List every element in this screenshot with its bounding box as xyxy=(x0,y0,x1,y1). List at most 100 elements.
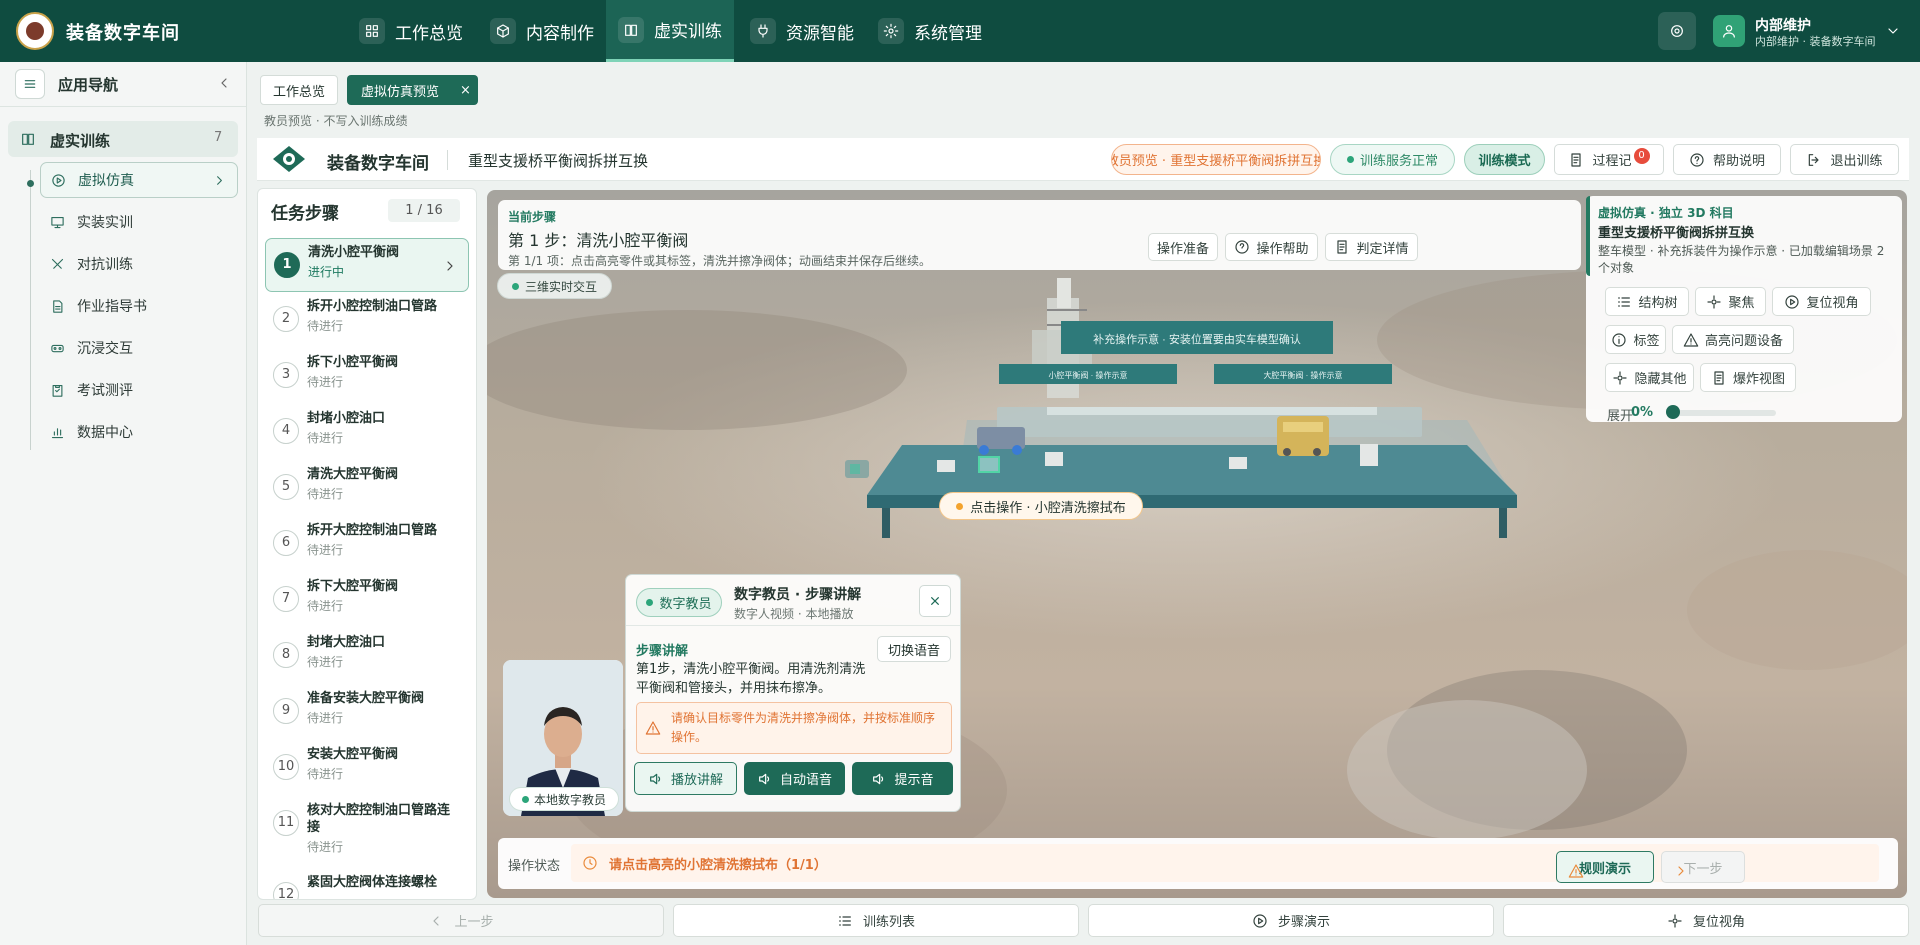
sidebar-group-training[interactable]: 虚实训练 7 xyxy=(8,121,238,157)
next-step-button[interactable]: 下一步 xyxy=(1661,851,1745,883)
prev-step-button[interactable]: 上一步 xyxy=(258,904,664,937)
sidebar-item-immersive[interactable]: 沉浸交互 xyxy=(40,330,238,366)
step-number: 11 xyxy=(273,810,299,836)
realtime-3d-label: 三维实时交互 xyxy=(524,279,597,294)
step-item[interactable]: 9 准备安装大腔平衡阀 待进行 xyxy=(265,685,469,739)
tutor-video[interactable]: 本地数字教员 xyxy=(503,660,623,816)
step-item[interactable]: 6 拆开大腔控制油口管路 待进行 xyxy=(265,517,469,571)
user-name[interactable]: 内部维护 xyxy=(1755,15,1811,35)
click-hint-text: 点击操作 · 小腔清洗擦拭布 xyxy=(970,500,1126,516)
focus-button[interactable]: 聚焦 xyxy=(1695,287,1766,316)
mode-badge[interactable]: 训练模式 xyxy=(1464,144,1545,175)
training-list-button[interactable]: 训练列表 xyxy=(673,904,1079,937)
operation-prep-button[interactable]: 操作准备 xyxy=(1148,233,1218,261)
step-item[interactable]: 3 拆下小腔平衡阀 待进行 xyxy=(265,349,469,403)
sidebar-item-label: 作业指导书 xyxy=(77,299,147,315)
step-item[interactable]: 4 封堵小腔油口 待进行 xyxy=(265,405,469,459)
tab-close-button[interactable]: × xyxy=(453,75,478,105)
menu-button[interactable] xyxy=(15,69,45,99)
reset-view-bottom-button[interactable]: 复位视角 xyxy=(1503,904,1909,937)
app-logo xyxy=(16,12,54,50)
step-name: 准备安装大腔平衡阀 xyxy=(307,691,425,706)
step-number: 1 xyxy=(274,252,300,278)
current-step-desc: 第 1/1 项：点击高亮零件或其标签，清洗并擦净阀体；动画结束并保存后继续。 xyxy=(508,254,931,268)
play-explanation-button[interactable]: 播放讲解 xyxy=(634,762,737,795)
tutor-section-title: 步骤讲解 xyxy=(636,644,689,659)
step-item[interactable]: 5 清洗大腔平衡阀 待进行 xyxy=(265,461,469,515)
top-bar: 装备数字车间 工作总览 内容制作 虚实训练 资源智能 系统管理 内部维护 内部维… xyxy=(0,0,1920,62)
rule-demo-button[interactable]: 规则演示 xyxy=(1556,851,1654,883)
tab-overview[interactable]: 工作总览 xyxy=(260,75,338,105)
sidebar-item-data[interactable]: 数据中心 xyxy=(40,414,238,450)
step-name: 拆开大腔控制油口管路 xyxy=(307,523,438,538)
topnav-overview[interactable]: 工作总览 xyxy=(347,0,475,62)
warning-icon xyxy=(1568,864,1584,878)
service-status-badge: 训练服务正常 xyxy=(1330,144,1455,175)
task-steps-panel: 任务步骤 1 / 16 1 清洗小腔平衡阀 进行中 2 拆开小腔控制油口管路 待进行 3 拆下… xyxy=(257,188,477,900)
settings-button[interactable] xyxy=(1658,12,1696,50)
chevron-left-icon[interactable] xyxy=(216,75,232,91)
step-item[interactable]: 11 核对大腔控制油口管路连接 待进行 xyxy=(265,797,469,854)
help-button[interactable]: 帮助说明 xyxy=(1673,144,1781,175)
sidebar-item-label: 沉浸交互 xyxy=(77,341,133,357)
step-item[interactable]: 2 拆开小腔控制油口管路 待进行 xyxy=(265,293,469,347)
document-icon xyxy=(1337,240,1348,254)
tutor-title: 数字教员 · 步骤讲解 xyxy=(734,587,862,603)
step-item[interactable]: 1 清洗小腔平衡阀 进行中 xyxy=(265,238,469,292)
sidebar-item-practical[interactable]: 实装实训 xyxy=(40,204,238,240)
judge-detail-button[interactable]: 判定详情 xyxy=(1325,233,1418,261)
step-name: 拆下小腔平衡阀 xyxy=(307,355,399,370)
reset-view-button[interactable]: 复位视角 xyxy=(1772,287,1871,316)
topnav-system[interactable]: 系统管理 xyxy=(866,0,994,62)
explode-slider[interactable] xyxy=(1670,410,1776,416)
cleaning-cloth[interactable] xyxy=(978,456,1000,473)
divider xyxy=(626,625,960,626)
sidebar-item-guide[interactable]: 作业指导书 xyxy=(40,288,238,324)
explode-value: 0% xyxy=(1631,405,1654,420)
highlight-issue-button[interactable]: 高亮问题设备 xyxy=(1672,325,1794,354)
tab-sim-preview[interactable]: 虚拟仿真预览 xyxy=(347,75,453,105)
status-dot xyxy=(1346,156,1354,163)
exit-training-button[interactable]: 退出训练 xyxy=(1790,144,1899,175)
sidebar-item-combat[interactable]: 对抗训练 xyxy=(40,246,238,282)
step-item[interactable]: 7 拆下大腔平衡阀 待进行 xyxy=(265,573,469,627)
app-title: 装备数字车间 xyxy=(66,23,180,44)
step-item[interactable]: 8 封堵大腔油口 待进行 xyxy=(265,629,469,683)
sidebar-item-exam[interactable]: 考试测评 xyxy=(40,372,238,408)
step-item[interactable]: 12 紧固大腔阀体连接螺栓 xyxy=(265,869,469,899)
topnav-content[interactable]: 内容制作 xyxy=(478,0,606,62)
process-record-button[interactable]: 过程记 0 xyxy=(1554,144,1664,175)
large-valve[interactable] xyxy=(1277,416,1329,456)
auto-voice-button[interactable]: 自动语音 xyxy=(744,762,845,795)
reset-view-label: 复位视角 xyxy=(1806,296,1859,311)
switch-voice-button[interactable]: 切换语音 xyxy=(877,636,951,662)
step-number: 10 xyxy=(273,754,299,780)
training-list-label: 训练列表 xyxy=(862,915,915,930)
preview-note: 教员预览 · 不写入训练成绩 xyxy=(264,114,408,128)
topnav-label: 系统管理 xyxy=(914,23,982,44)
step-demo-button[interactable]: 步骤演示 xyxy=(1088,904,1494,937)
topnav-training[interactable]: 虚实训练 xyxy=(606,0,734,62)
structure-tree-button[interactable]: 结构树 xyxy=(1605,287,1689,316)
sidebar-item-virtual-sim[interactable]: 虚拟仿真 xyxy=(40,162,238,198)
chevron-down-icon[interactable] xyxy=(1885,23,1901,39)
3d-viewport[interactable]: 补充操作示意 · 安装位置要由实车模型确认 小腔平衡阀 · 操作示意 大腔平衡阀… xyxy=(487,190,1907,898)
click-hint-label[interactable]: 点击操作 · 小腔清洗擦拭布 xyxy=(939,492,1143,520)
step-status: 待进行 xyxy=(307,840,344,854)
step-item[interactable]: 10 安装大腔平衡阀 待进行 xyxy=(265,741,469,795)
auto-voice-label: 自动语音 xyxy=(779,773,832,788)
menu-icon xyxy=(24,80,36,88)
label-button[interactable]: 标签 xyxy=(1605,325,1666,354)
operation-help-button[interactable]: 操作帮助 xyxy=(1225,233,1318,261)
gear-icon xyxy=(1671,25,1683,37)
close-button[interactable] xyxy=(919,585,951,617)
topnav-resource[interactable]: 资源智能 xyxy=(738,0,866,62)
hide-others-button[interactable]: 隐藏其他 xyxy=(1605,363,1694,392)
explode-view-button[interactable]: 爆炸视图 xyxy=(1700,363,1796,392)
avatar[interactable] xyxy=(1713,15,1745,47)
explode-slider-handle[interactable] xyxy=(1666,405,1680,419)
label-label: 标签 xyxy=(1633,334,1660,349)
step-number: 9 xyxy=(273,698,299,724)
prompt-tone-button[interactable]: 提示音 xyxy=(852,762,953,795)
document-icon xyxy=(1714,370,1724,385)
